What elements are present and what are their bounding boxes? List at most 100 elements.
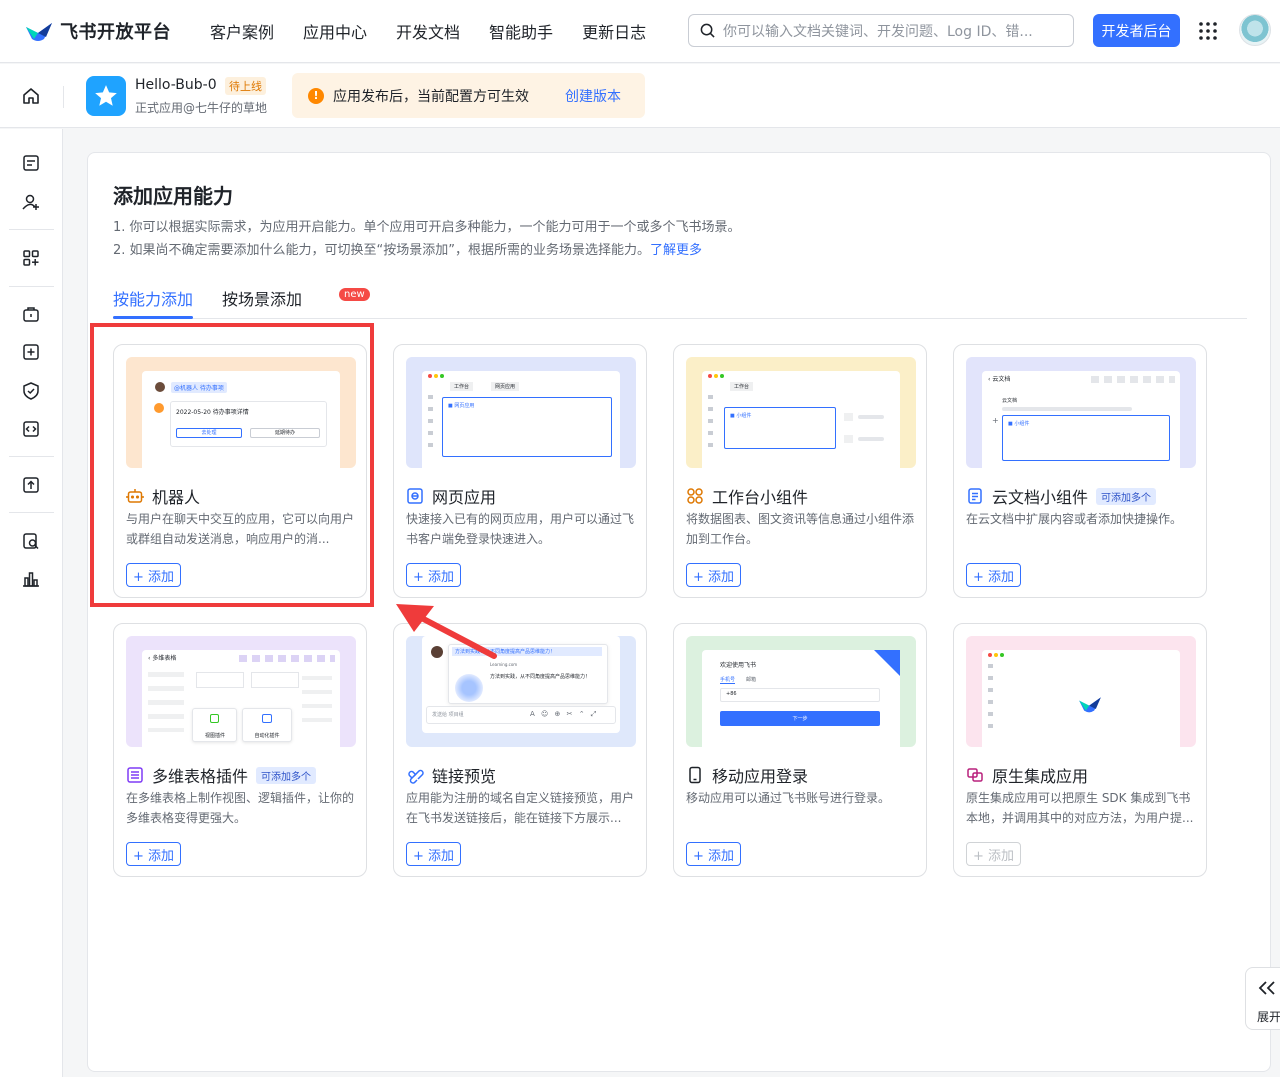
divider (63, 86, 64, 108)
card-header: 原生集成应用 (966, 763, 1088, 787)
add-native-app-button[interactable]: + 添加 (966, 842, 1021, 866)
apps-grid-icon[interactable] (21, 248, 41, 268)
card-title: 云文档小组件 (992, 488, 1089, 507)
add-box-icon[interactable] (21, 342, 41, 362)
sidebar (0, 129, 63, 1077)
nav-dev-docs[interactable]: 开发文档 (396, 19, 460, 43)
mock-label: 自动化插件 (254, 733, 280, 739)
feishu-logo-icon (24, 19, 54, 43)
briefcase-icon[interactable] (21, 304, 41, 324)
mock-doc-label: 云文档 (1002, 398, 1018, 404)
mock-tab: 邮箱 (746, 677, 757, 683)
card-title: 工作台小组件 (712, 488, 809, 507)
capability-card-web-app[interactable]: 工作台 网页应用 ■ 网页应用 网页应用 快速接入已有的网页应用，用户可以通过飞… (393, 344, 647, 598)
upload-icon[interactable] (21, 475, 41, 495)
bitable-icon (127, 767, 143, 783)
expand-panel-button[interactable]: 展开 (1245, 967, 1280, 1030)
page-title: 添加应用能力 (113, 184, 233, 208)
description-line-2: 2. 如果尚不确定需要添加什么能力，可切换至“按场景添加”，根据所需的业务场景选… (113, 243, 703, 258)
expand-label: 展开 (1257, 1010, 1280, 1024)
active-tab-indicator (113, 316, 193, 319)
tab-by-scenario[interactable]: 按场景添加 (222, 286, 302, 310)
app-subtitle: 正式应用@七牛仔的草地 (135, 101, 268, 115)
mobile-icon (689, 766, 701, 784)
mock-label: ■ 网页应用 (448, 403, 475, 409)
add-link-preview-button[interactable]: + 添加 (406, 842, 461, 866)
feishu-logo-icon (1079, 697, 1101, 713)
capability-card-mobile-login[interactable]: 欢迎使用飞书 手机号 邮箱 +86 下一步 移动应用登录 移动应用可以通过飞书账… (673, 623, 927, 877)
divider (9, 456, 54, 457)
widget-grid-icon (687, 488, 703, 504)
card-title: 多维表格插件 (152, 767, 249, 786)
card-header: 工作台小组件 (686, 484, 808, 508)
nav-changelog[interactable]: 更新日志 (582, 19, 646, 43)
mock-label: ■ 小组件 (730, 413, 752, 419)
capability-card-workplace-widget[interactable]: 工作台 ■ 小组件 工作台小组件 将数据图表、图文资讯等信息通过小组件添加到工作… (673, 344, 927, 598)
link-icon (408, 769, 424, 784)
card-header: 网页应用 (406, 484, 496, 508)
avatar[interactable] (1239, 14, 1271, 46)
highlight-box (90, 323, 374, 607)
main-panel: 添加应用能力 1. 你可以根据实际需求，为应用开启能力。单个应用可开启多种能力，… (87, 152, 1271, 1072)
add-mobile-login-button[interactable]: + 添加 (686, 842, 741, 866)
learn-more-link[interactable]: 了解更多 (650, 243, 702, 258)
card-title: 链接预览 (432, 767, 497, 786)
capability-card-cloud-doc-widget[interactable]: ‹ 云文档 云文档 + ■ 小组件 云文档小组件 可添加多个 在云文档中扩展内容… (953, 344, 1207, 598)
home-icon[interactable] (21, 86, 41, 106)
top-navigation-bar: 飞书开放平台 客户案例 应用中心 开发文档 智能助手 更新日志 你可以输入文档关… (0, 0, 1280, 63)
publish-notice: ! 应用发布后，当前配置方可生效 创建版本 (292, 73, 645, 118)
brand-name: 飞书开放平台 (60, 22, 171, 43)
card-preview: 工作台 网页应用 ■ 网页应用 (406, 357, 636, 468)
add-workplace-widget-button[interactable]: + 添加 (686, 563, 741, 587)
card-description: 原生集成应用可以把原生 SDK 集成到飞书本地，并调用其中的对应方法，为用户提.… (966, 791, 1194, 825)
nav-ai-assistant[interactable]: 智能助手 (489, 19, 553, 43)
chart-icon[interactable] (21, 569, 41, 589)
nav-app-center[interactable]: 应用中心 (303, 19, 367, 43)
capability-card-bitable-plugin[interactable]: ‹ 多维表格 视图插件 自动化插件 多维表格插件 可添加多个 在多维表格上制作视… (113, 623, 367, 877)
nav-customer-cases[interactable]: 客户案例 (210, 19, 274, 43)
brand[interactable]: 飞书开放平台 (24, 18, 204, 44)
card-description: 应用能为注册的域名自定义链接预览，用户在飞书发送链接后，能在链接下方展示... (406, 791, 635, 825)
create-version-link[interactable]: 创建版本 (565, 86, 621, 106)
card-description: 移动应用可以通过飞书账号进行登录。 (686, 791, 891, 805)
code-icon[interactable] (21, 419, 41, 439)
annotation-arrow-icon (396, 604, 497, 659)
add-cloud-doc-widget-button[interactable]: + 添加 (966, 563, 1021, 587)
card-header: 链接预览 (406, 763, 496, 787)
shield-icon[interactable] (21, 381, 41, 401)
user-add-icon[interactable] (21, 192, 41, 212)
document-icon[interactable] (21, 153, 41, 173)
capability-card-native-app[interactable]: 原生集成应用 原生集成应用可以把原生 SDK 集成到飞书本地，并调用其中的对应方… (953, 623, 1207, 877)
description-line-1: 1. 你可以根据实际需求，为应用开启能力。单个应用可开启多种能力，一个能力可用于… (113, 220, 741, 235)
multiple-badge: 可添加多个 (1096, 487, 1157, 505)
card-preview: 工作台 ■ 小组件 (686, 357, 916, 468)
native-app-icon (967, 768, 983, 782)
tab-by-capability[interactable]: 按能力添加 (113, 286, 193, 310)
card-header: 云文档小组件 可添加多个 (966, 484, 1157, 508)
search-doc-icon[interactable] (21, 531, 41, 551)
mock-welcome: 欢迎使用飞书 (720, 662, 757, 669)
card-preview: ‹ 云文档 云文档 + ■ 小组件 (966, 357, 1196, 468)
mock-doc-title: ‹ 云文档 (988, 376, 1011, 383)
mock-label: 视图插件 (204, 733, 225, 739)
add-bitable-plugin-button[interactable]: + 添加 (126, 842, 181, 866)
divider (9, 286, 54, 287)
mock-input: 发送给 项目组 (432, 712, 464, 718)
card-title: 原生集成应用 (992, 767, 1089, 786)
add-web-app-button[interactable]: + 添加 (406, 563, 461, 587)
warning-icon: ! (308, 87, 324, 104)
cloud-doc-icon (968, 488, 982, 504)
search-placeholder: 你可以输入文档关键词、开发问题、Log ID、错... (723, 23, 1033, 40)
card-description: 在云文档中扩展内容或者添加快捷操作。 (966, 512, 1183, 526)
card-title: 移动应用登录 (712, 767, 809, 786)
web-app-icon (407, 488, 423, 504)
search-input[interactable]: 你可以输入文档关键词、开发问题、Log ID、错... (688, 14, 1074, 47)
mock-tab: 工作台 (730, 382, 754, 391)
app-launcher-icon[interactable] (1199, 22, 1217, 40)
card-title: 网页应用 (432, 488, 497, 507)
mock-tab: 手机号 (720, 677, 736, 684)
developer-console-button[interactable]: 开发者后台 (1093, 14, 1180, 47)
card-header: 移动应用登录 (686, 763, 808, 787)
card-description: 将数据图表、图文资讯等信息通过小组件添加到工作台。 (686, 512, 915, 546)
mock-country-code: +86 (726, 691, 737, 697)
